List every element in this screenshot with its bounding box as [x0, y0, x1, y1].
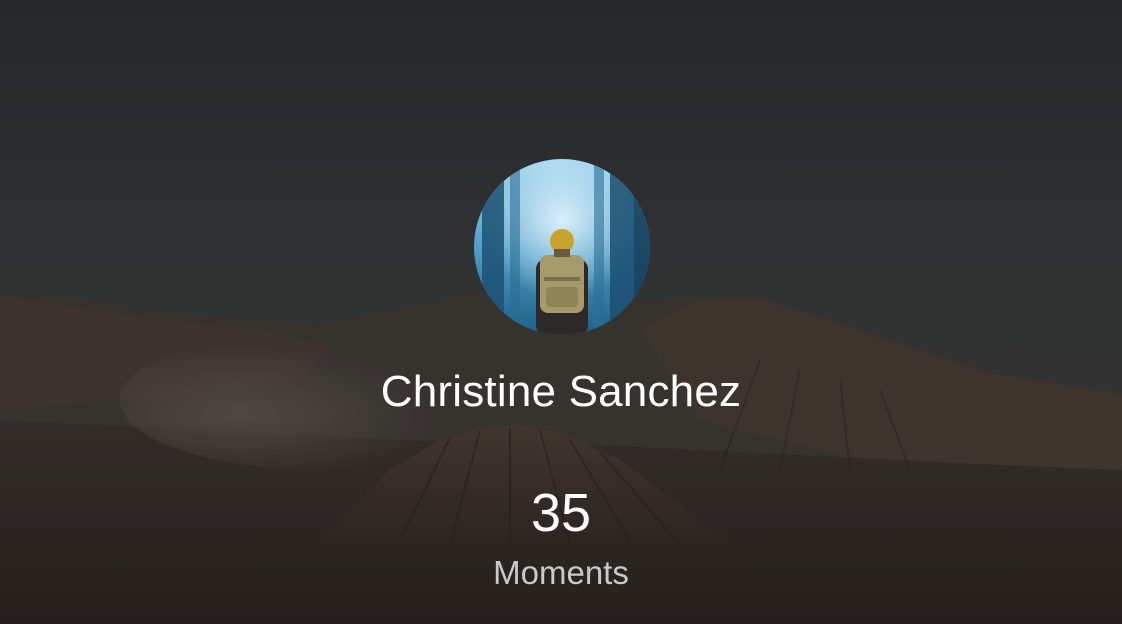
hiker-photo-avatar-icon [474, 159, 650, 335]
profile-name: Christine Sanchez [380, 367, 742, 416]
profile-header: Christine Sanchez 35 Moments [0, 0, 1122, 624]
avatar[interactable] [474, 159, 650, 335]
moments-count[interactable]: 35 [0, 482, 1122, 544]
moments-label[interactable]: Moments [0, 553, 1122, 593]
